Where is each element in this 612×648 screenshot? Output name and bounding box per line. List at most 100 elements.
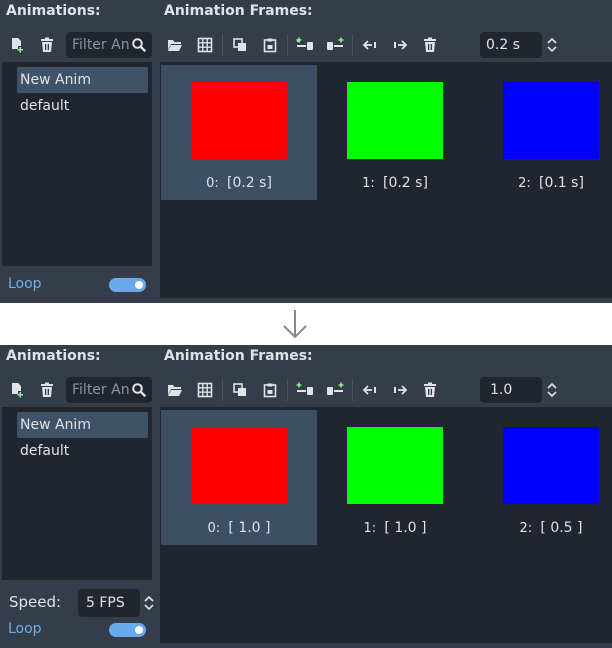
frame-1-texture [347, 82, 443, 159]
frames-toolbar [160, 30, 445, 60]
animations-header: Animations: [6, 348, 101, 364]
filter-animations-field[interactable] [66, 377, 152, 403]
open-folder-icon [168, 385, 182, 396]
move-frame-right-button[interactable] [385, 375, 415, 405]
toolbar-separator [287, 379, 288, 401]
speed-spinbox[interactable]: 5 FPS [78, 589, 156, 617]
down-arrow-icon [283, 310, 307, 339]
frame-duration: [0.1 s] [538, 175, 584, 191]
frame-2-label: 2: [0.1 s] [473, 175, 612, 191]
loop-toggle[interactable] [109, 278, 146, 292]
frame-duration-spinbox[interactable]: 0.2 s [480, 32, 564, 58]
frame-0-label: 0: [0.2 s] [161, 175, 317, 191]
animation-frames-header: Animation Frames: [164, 348, 313, 364]
move-right-icon [394, 40, 408, 50]
copy-icon [233, 383, 246, 396]
insert-empty-before-button[interactable] [290, 30, 320, 60]
toolbar-separator [222, 34, 223, 56]
frame-2-label: 2: [ 0.5 ] [473, 520, 612, 536]
frame-index: 1: [362, 176, 375, 191]
filter-animations-input[interactable] [72, 382, 130, 398]
delete-animation-button[interactable] [32, 30, 62, 60]
copy-frame-button[interactable] [225, 30, 255, 60]
insert-empty-after-button[interactable] [320, 375, 350, 405]
grid-icon [197, 37, 213, 53]
new-animation-button[interactable] [2, 30, 32, 60]
insert-after-icon [327, 37, 344, 50]
frame-duration: [ 1.0 ] [228, 520, 271, 536]
paste-frame-button[interactable] [255, 375, 285, 405]
animations-toolbar [2, 375, 62, 405]
filter-animations-input[interactable] [72, 37, 130, 53]
move-frame-left-button[interactable] [355, 375, 385, 405]
frame-2[interactable]: 2: [0.1 s] [473, 65, 612, 200]
loop-label: Loop [8, 276, 42, 292]
move-frame-left-button[interactable] [355, 30, 385, 60]
frame-0-label: 0: [ 1.0 ] [161, 520, 317, 536]
insert-empty-after-button[interactable] [320, 30, 350, 60]
delete-frame-button[interactable] [415, 375, 445, 405]
delete-frame-icon [424, 37, 436, 52]
delete-icon [41, 382, 53, 397]
paste-icon [263, 38, 277, 53]
animations-header: Animations: [6, 3, 101, 19]
spin-arrows-icon[interactable] [143, 595, 155, 611]
add-frames-from-file-button[interactable] [160, 30, 190, 60]
toolbar-separator [352, 379, 353, 401]
frame-duration: [0.2 s] [226, 175, 272, 191]
animations-toolbar [2, 30, 62, 60]
insert-before-icon [296, 37, 313, 50]
frame-index: 0: [207, 521, 221, 536]
paste-frame-button[interactable] [255, 30, 285, 60]
frame-0-texture [191, 427, 287, 504]
insert-after-icon [327, 382, 344, 395]
frame-2-texture [503, 82, 599, 159]
frame-1-label: 1: [ 1.0 ] [317, 520, 473, 536]
animation-item-default[interactable]: default [17, 438, 148, 464]
frames-grid: 0: [0.2 s] 1: [0.2 s] 2: [0.1 s] [160, 62, 612, 298]
frame-duration-value[interactable]: 1.0 [480, 377, 542, 403]
new-animation-button[interactable] [2, 375, 32, 405]
loop-label: Loop [8, 621, 42, 637]
add-frames-from-file-button[interactable] [160, 375, 190, 405]
add-frames-from-sheet-button[interactable] [190, 375, 220, 405]
insert-empty-before-button[interactable] [290, 375, 320, 405]
loop-toggle[interactable] [109, 623, 146, 637]
copy-icon [233, 38, 246, 51]
animation-item-new-anim[interactable]: New Anim [17, 67, 148, 93]
add-frames-from-sheet-button[interactable] [190, 30, 220, 60]
frame-duration-spinbox[interactable]: 1.0 [480, 377, 564, 403]
animation-frames-header: Animation Frames: [164, 3, 313, 19]
frame-0-texture [191, 82, 287, 159]
frame-1[interactable]: 1: [ 1.0 ] [317, 410, 473, 545]
frame-0[interactable]: 0: [ 1.0 ] [161, 410, 317, 545]
transition-divider [0, 303, 612, 345]
filter-animations-field[interactable] [66, 32, 152, 58]
move-frame-right-button[interactable] [385, 30, 415, 60]
frame-2[interactable]: 2: [ 0.5 ] [473, 410, 612, 545]
delete-animation-button[interactable] [32, 375, 62, 405]
frame-1[interactable]: 1: [0.2 s] [317, 65, 473, 200]
delete-frame-button[interactable] [415, 30, 445, 60]
spin-arrows-icon[interactable] [546, 37, 558, 53]
animations-list: New Anim default [2, 62, 152, 266]
frame-0[interactable]: 0: [0.2 s] [161, 65, 317, 200]
frame-duration-value[interactable]: 0.2 s [480, 32, 542, 58]
move-left-icon [362, 385, 376, 395]
animation-item-default[interactable]: default [17, 93, 148, 119]
frame-duration: [0.2 s] [382, 175, 428, 191]
frame-duration: [ 0.5 ] [540, 520, 583, 536]
speed-value[interactable]: 5 FPS [78, 589, 140, 617]
frame-index: 2: [518, 176, 531, 191]
open-folder-icon [168, 40, 182, 51]
animation-item-new-anim[interactable]: New Anim [17, 412, 148, 438]
frames-toolbar [160, 375, 445, 405]
paste-icon [263, 383, 277, 398]
toolbar-separator [222, 379, 223, 401]
frame-index: 2: [519, 521, 533, 536]
copy-frame-button[interactable] [225, 375, 255, 405]
spin-arrows-icon[interactable] [546, 382, 558, 398]
grid-icon [197, 382, 213, 398]
animations-list: New Anim default [2, 407, 152, 580]
toolbar-separator [352, 34, 353, 56]
